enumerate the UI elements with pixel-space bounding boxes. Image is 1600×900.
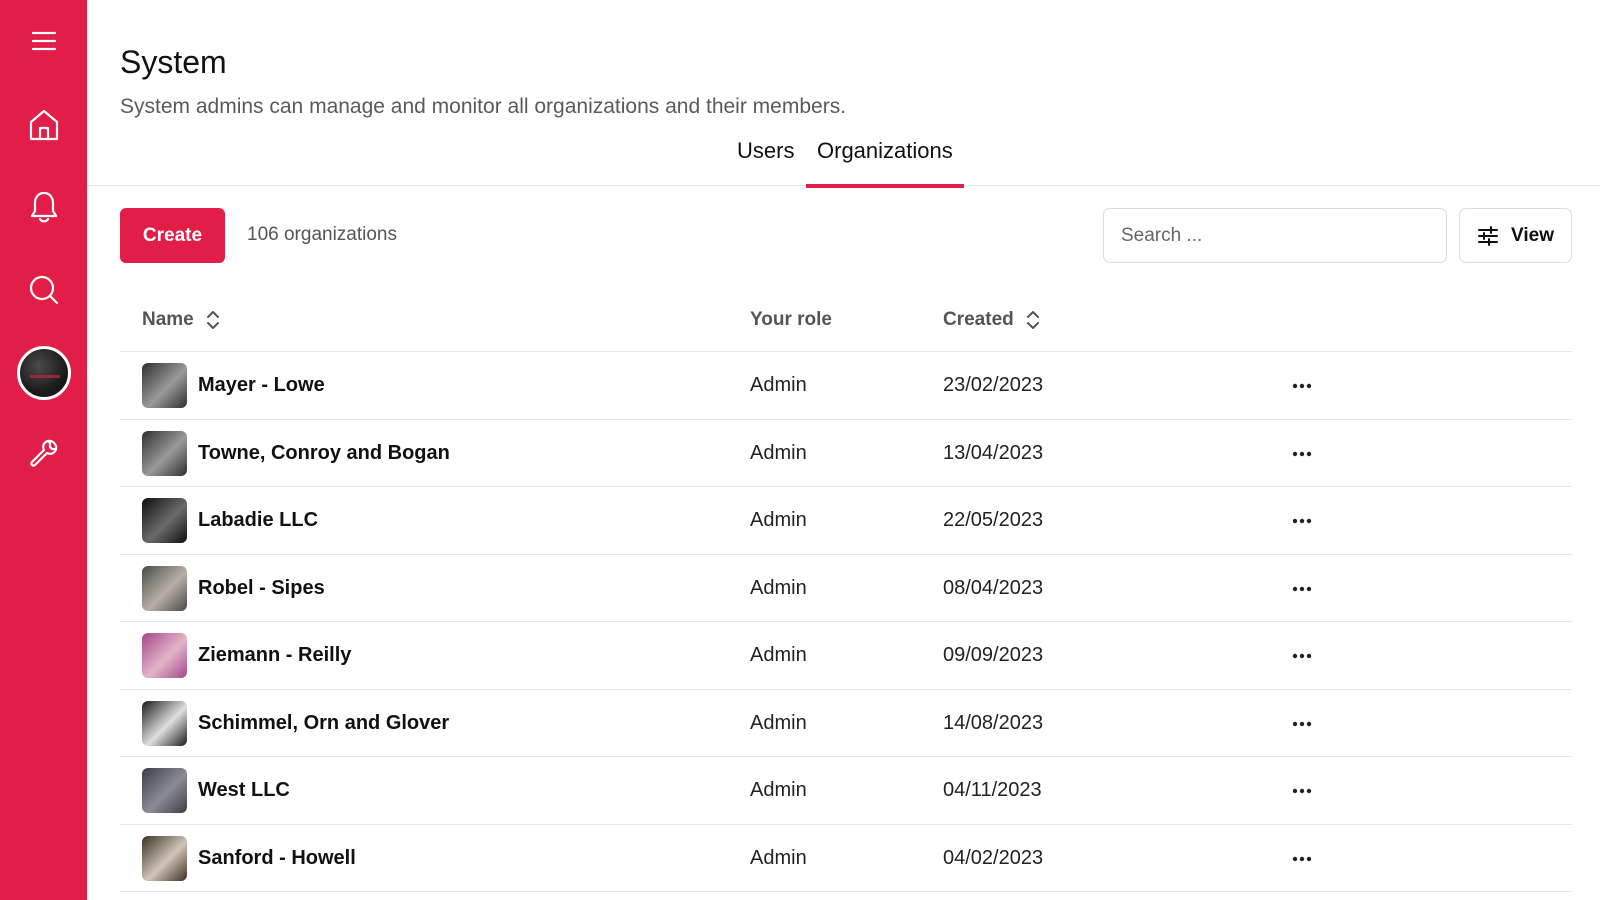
table-row[interactable]: West LLC Admin 04/11/2023: [120, 757, 1572, 825]
row-actions-button[interactable]: [1286, 505, 1318, 537]
home-icon: [29, 109, 58, 141]
more-horizontal-icon: [1292, 788, 1312, 794]
organization-role: Admin: [750, 846, 807, 869]
column-name-label: Name: [142, 309, 194, 330]
column-name[interactable]: Name: [142, 309, 220, 331]
search-input[interactable]: [1103, 208, 1447, 263]
organization-role: Admin: [750, 441, 807, 464]
sidebar-item-profile[interactable]: [0, 343, 87, 403]
row-actions-button[interactable]: [1286, 370, 1318, 402]
table-row[interactable]: Sanford - Howell Admin 04/02/2023: [120, 825, 1572, 892]
organization-name[interactable]: Ziemann - Reilly: [198, 644, 351, 667]
page-subtitle: System admins can manage and monitor all…: [120, 95, 847, 118]
organizations-table: Name Your role Created Mayer - Lowe Admi…: [120, 290, 1572, 892]
row-actions-button[interactable]: [1286, 573, 1318, 605]
sliders-icon: [1478, 225, 1499, 246]
organization-role: Admin: [750, 711, 807, 734]
organization-created-date: 23/02/2023: [943, 374, 1044, 396]
organization-avatar: [142, 835, 187, 881]
view-button[interactable]: View: [1459, 208, 1572, 263]
menu-button[interactable]: [0, 18, 87, 64]
table-row[interactable]: Mayer - Lowe Admin 23/02/2023: [120, 352, 1572, 420]
row-actions-button[interactable]: [1286, 438, 1318, 470]
user-avatar: [16, 346, 71, 400]
table-row[interactable]: Labadie LLC Admin 22/05/2023: [120, 487, 1572, 555]
organization-avatar: [142, 363, 187, 408]
organization-avatar: [142, 768, 187, 813]
organization-avatar: [142, 700, 187, 746]
search-icon: [29, 275, 58, 305]
column-created[interactable]: Created: [943, 309, 1040, 331]
organization-created-date: 14/08/2023: [943, 711, 1044, 734]
row-actions-button[interactable]: [1286, 708, 1318, 740]
organization-created-date: 04/02/2023: [943, 846, 1044, 869]
sidebar-item-notifications[interactable]: [0, 182, 87, 232]
organization-name[interactable]: Mayer - Lowe: [198, 374, 325, 397]
sort-icon: [1026, 311, 1039, 329]
more-horizontal-icon: [1292, 721, 1312, 726]
page-title: System: [120, 44, 227, 80]
row-actions-button[interactable]: [1286, 640, 1318, 672]
organization-role: Admin: [750, 509, 807, 531]
bell-icon: [30, 191, 57, 223]
organization-role: Admin: [750, 576, 807, 599]
organization-created-date: 04/11/2023: [943, 779, 1042, 801]
table-body: Mayer - Lowe Admin 23/02/2023 Towne, Con…: [120, 352, 1572, 892]
organization-avatar: [142, 633, 187, 678]
tab-organizations[interactable]: Organizations: [806, 138, 964, 188]
more-horizontal-icon: [1292, 383, 1312, 389]
sidebar: [0, 0, 87, 900]
organization-created-date: 13/04/2023: [943, 441, 1044, 464]
table-row[interactable]: Schimmel, Orn and Glover Admin 14/08/202…: [120, 690, 1572, 757]
tab-bar: Users Organizations: [87, 130, 1600, 188]
row-actions-button[interactable]: [1286, 775, 1318, 807]
organization-role: Admin: [750, 374, 807, 396]
organization-role: Admin: [750, 644, 807, 666]
more-horizontal-icon: [1292, 518, 1312, 524]
create-button[interactable]: Create: [120, 208, 225, 263]
organization-name[interactable]: Sanford - Howell: [198, 847, 356, 870]
row-actions-button[interactable]: [1286, 843, 1318, 875]
organization-created-date: 09/09/2023: [943, 644, 1044, 666]
organization-avatar: [142, 430, 187, 476]
organization-created-date: 22/05/2023: [943, 509, 1044, 531]
table-header: Name Your role Created: [120, 290, 1572, 352]
organization-name[interactable]: Schimmel, Orn and Glover: [198, 712, 449, 735]
sidebar-item-search[interactable]: [0, 265, 87, 315]
more-horizontal-icon: [1292, 586, 1312, 591]
column-role-label: Your role: [750, 309, 832, 330]
column-role: Your role: [750, 309, 832, 331]
table-row[interactable]: Robel - Sipes Admin 08/04/2023: [120, 555, 1572, 622]
sort-icon: [206, 311, 219, 329]
sidebar-item-tools[interactable]: [0, 428, 87, 478]
organization-avatar: [142, 565, 187, 611]
organization-name[interactable]: Labadie LLC: [198, 509, 318, 532]
organization-name[interactable]: Towne, Conroy and Bogan: [198, 442, 450, 465]
organization-avatar: [142, 498, 187, 543]
column-created-label: Created: [943, 309, 1014, 330]
organization-created-date: 08/04/2023: [943, 576, 1044, 599]
view-label: View: [1511, 224, 1554, 246]
organization-name[interactable]: Robel - Sipes: [198, 577, 325, 600]
menu-icon: [31, 31, 56, 51]
table-row[interactable]: Ziemann - Reilly Admin 09/09/2023: [120, 622, 1572, 690]
wrench-icon: [29, 439, 57, 467]
organization-role: Admin: [750, 779, 807, 801]
sidebar-item-home[interactable]: [0, 100, 87, 150]
main-content: System System admins can manage and moni…: [87, 0, 1600, 900]
table-row[interactable]: Towne, Conroy and Bogan Admin 13/04/2023: [120, 420, 1572, 487]
more-horizontal-icon: [1292, 653, 1312, 659]
organization-name[interactable]: West LLC: [198, 779, 290, 802]
organization-count: 106 organizations: [247, 224, 397, 245]
more-horizontal-icon: [1292, 451, 1312, 456]
more-horizontal-icon: [1292, 856, 1312, 861]
tab-users[interactable]: Users: [737, 138, 794, 186]
